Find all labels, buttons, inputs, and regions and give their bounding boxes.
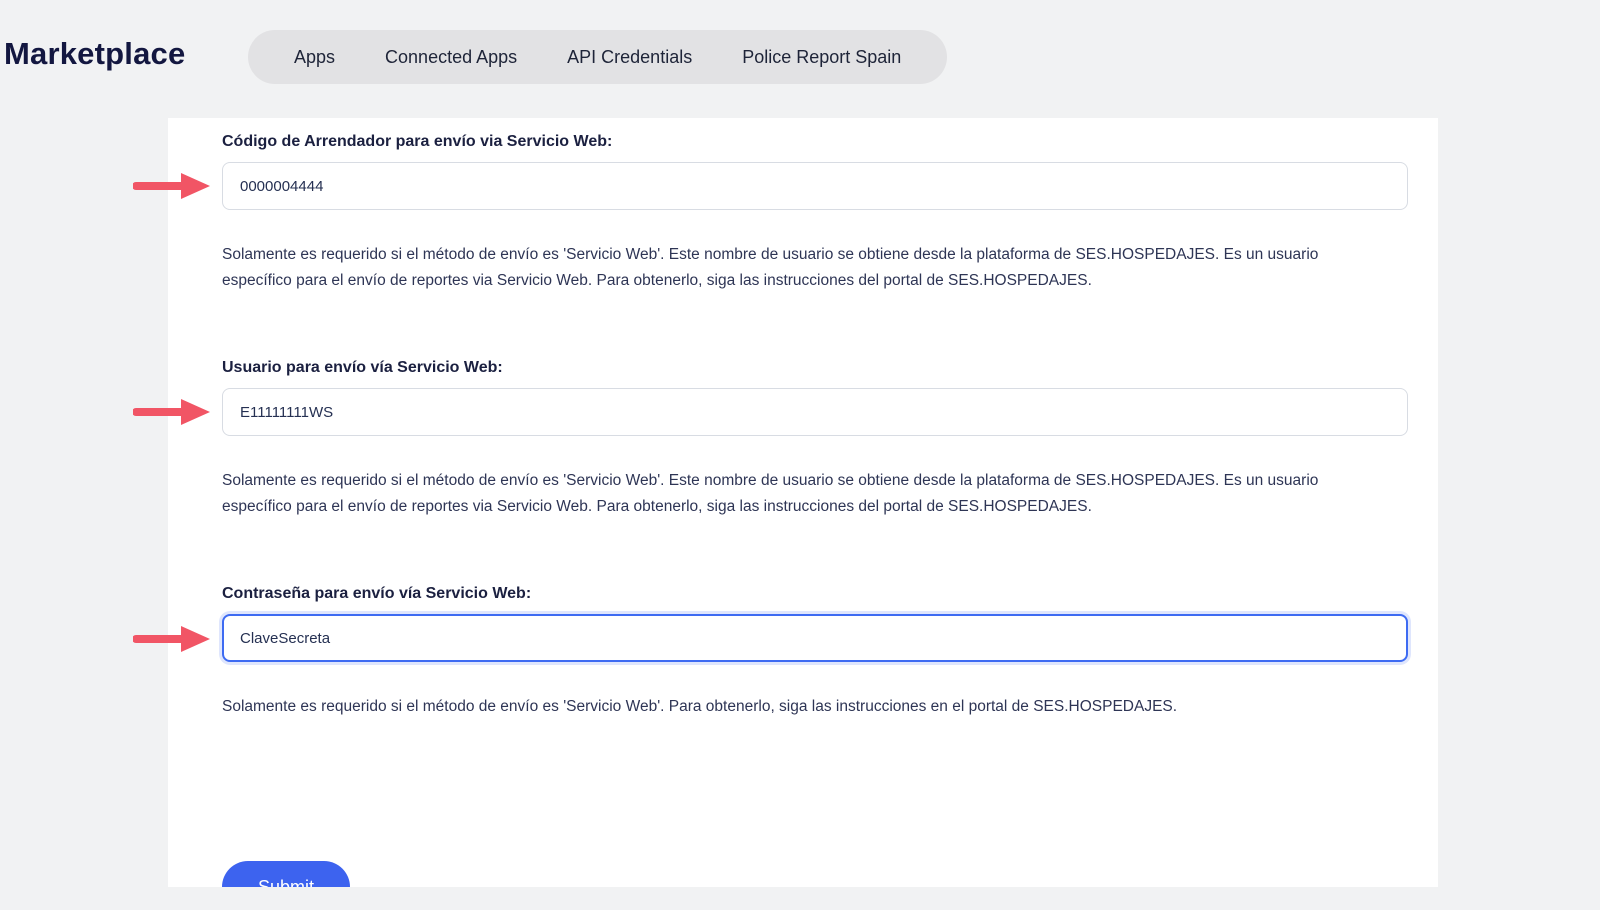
tab-api-credentials[interactable]: API Credentials <box>567 47 692 68</box>
contrasena-help-text: Solamente es requerido si el método de e… <box>222 694 1352 720</box>
form-field-usuario: Usuario para envío vía Servicio Web: Sol… <box>222 357 1408 520</box>
usuario-help-text: Solamente es requerido si el método de e… <box>222 468 1352 520</box>
codigo-arrendador-input[interactable] <box>222 162 1408 210</box>
tab-connected-apps[interactable]: Connected Apps <box>385 47 517 68</box>
brand-logo: Marketplace <box>4 36 185 72</box>
form-field-contrasena: Contraseña para envío vía Servicio Web: … <box>222 583 1408 720</box>
contrasena-input[interactable] <box>222 614 1408 662</box>
annotation-arrow-icon <box>133 625 211 653</box>
codigo-arrendador-help-text: Solamente es requerido si el método de e… <box>222 242 1352 294</box>
contrasena-label: Contraseña para envío vía Servicio Web: <box>222 583 1408 605</box>
usuario-input[interactable] <box>222 388 1408 436</box>
submit-button[interactable]: Submit <box>222 861 350 887</box>
tab-police-report-spain[interactable]: Police Report Spain <box>742 47 901 68</box>
annotation-arrow-icon <box>133 172 211 200</box>
annotation-arrow-icon <box>133 398 211 426</box>
codigo-arrendador-label: Código de Arrendador para envío via Serv… <box>222 131 1408 153</box>
nav-tabbar: Apps Connected Apps API Credentials Poli… <box>248 30 947 84</box>
form-field-codigo-arrendador: Código de Arrendador para envío via Serv… <box>222 131 1408 294</box>
usuario-label: Usuario para envío vía Servicio Web: <box>222 357 1408 379</box>
settings-form-card: Código de Arrendador para envío via Serv… <box>168 118 1438 887</box>
tab-apps[interactable]: Apps <box>294 47 335 68</box>
